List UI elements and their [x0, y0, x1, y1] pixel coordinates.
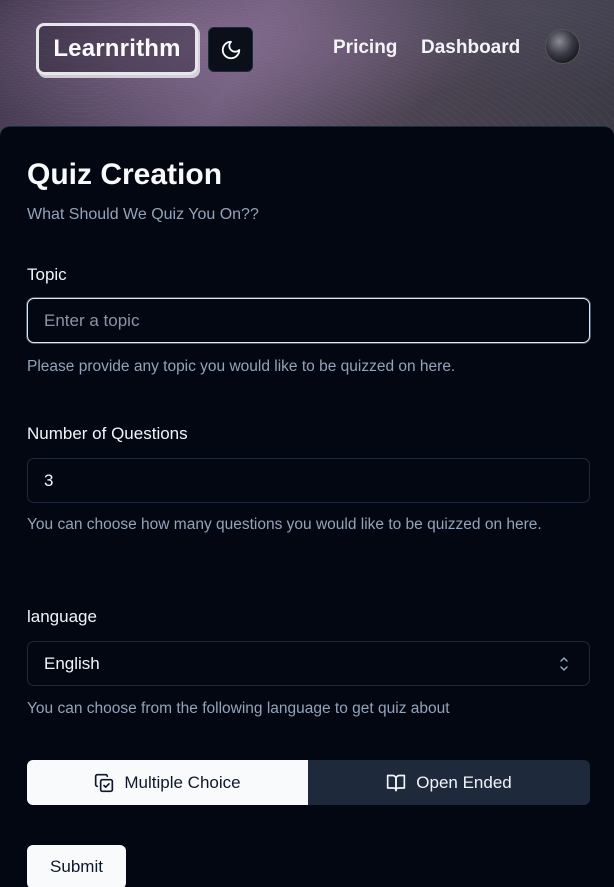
chevron-up-down-icon: [560, 657, 568, 671]
language-select[interactable]: English: [27, 641, 590, 686]
open-ended-button[interactable]: Open Ended: [308, 760, 590, 805]
questions-help-text: You can choose how many questions you wo…: [27, 516, 542, 533]
user-avatar[interactable]: [545, 29, 580, 64]
logo[interactable]: Learnrithm: [36, 23, 198, 75]
multiple-choice-label: Multiple Choice: [124, 772, 241, 792]
nav-link-dashboard[interactable]: Dashboard: [421, 37, 520, 59]
questions-count-input[interactable]: [27, 458, 590, 503]
page-subtitle: What Should We Quiz You On??: [27, 206, 259, 223]
topic-input[interactable]: [27, 298, 590, 343]
questions-label: Number of Questions: [27, 424, 188, 443]
nav-link-pricing[interactable]: Pricing: [333, 37, 397, 59]
moon-icon: [221, 40, 240, 59]
theme-toggle-button[interactable]: [208, 27, 253, 72]
page: Learnrithm Pricing Dashboard Quiz Creati…: [0, 0, 614, 887]
book-open-icon: [387, 774, 406, 791]
topic-help-text: Please provide any topic you would like …: [27, 358, 456, 375]
submit-button[interactable]: Submit: [27, 845, 126, 887]
multiple-choice-button[interactable]: Multiple Choice: [27, 760, 308, 805]
page-title: Quiz Creation: [27, 158, 223, 191]
topic-label: Topic: [27, 265, 67, 284]
copy-check-icon: [95, 773, 114, 792]
navbar: Learnrithm Pricing Dashboard: [0, 0, 614, 110]
language-selected-value: English: [44, 653, 100, 673]
open-ended-label: Open Ended: [416, 772, 512, 792]
language-label: language: [27, 607, 97, 626]
language-help-text: You can choose from the following langua…: [27, 700, 450, 717]
